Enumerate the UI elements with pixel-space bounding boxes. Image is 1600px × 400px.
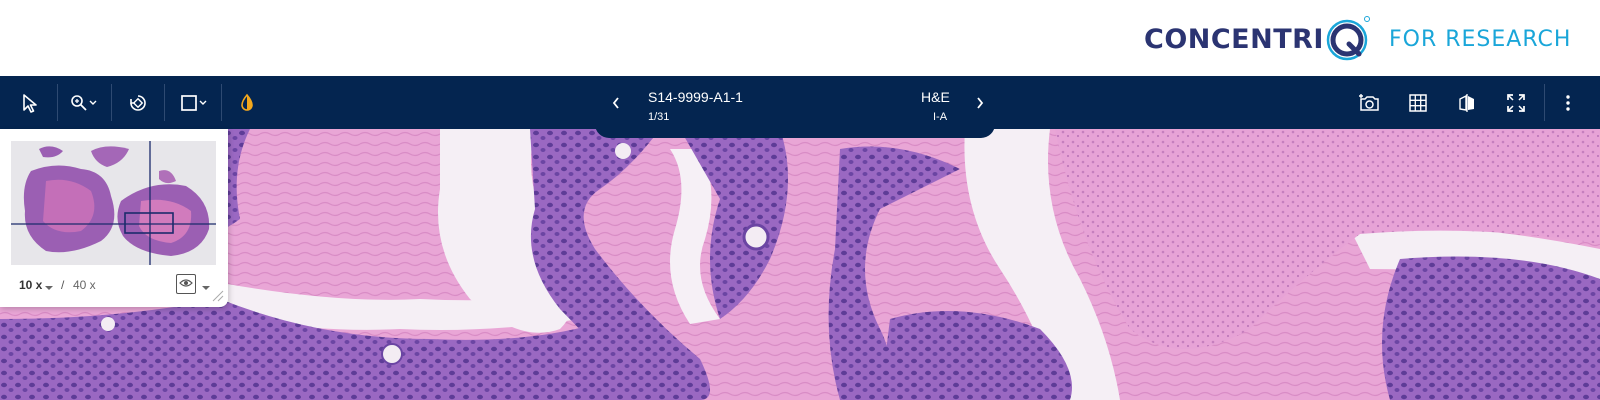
grid-icon xyxy=(1408,93,1428,113)
rotate-icon xyxy=(127,92,149,114)
select-tool-button[interactable] xyxy=(14,76,46,129)
toolbar-divider xyxy=(164,84,165,121)
logo-wordmark: CONCENTRI xyxy=(1144,23,1324,55)
logo-q-mark-icon xyxy=(1325,14,1371,64)
fullscreen-button[interactable] xyxy=(1501,76,1531,129)
zoom-max-label: 40 x xyxy=(73,278,96,292)
chevron-left-icon xyxy=(611,95,621,111)
slide-viewer[interactable] xyxy=(0,129,1600,400)
zoom-icon xyxy=(70,94,88,112)
slide-thumbnail[interactable] xyxy=(11,141,216,265)
more-vertical-icon xyxy=(1565,94,1571,112)
compare-button[interactable] xyxy=(1452,76,1482,129)
stain-label: H&E xyxy=(921,89,950,105)
color-adjust-icon xyxy=(238,93,256,113)
eye-icon xyxy=(179,275,193,293)
rectangle-icon xyxy=(180,94,198,112)
zoom-controls: 10 x / 40 x xyxy=(0,267,228,301)
chevron-down-icon xyxy=(198,99,208,107)
visibility-toggle-button[interactable] xyxy=(176,274,196,294)
overview-panel: 10 x / 40 x xyxy=(0,129,228,307)
color-adjust-button[interactable] xyxy=(232,76,262,129)
more-options-button[interactable] xyxy=(1556,76,1580,129)
annotation-tool-button[interactable] xyxy=(174,76,214,129)
next-slide-button[interactable] xyxy=(968,76,992,129)
grid-button[interactable] xyxy=(1403,76,1433,129)
slide-counter: 1/31 xyxy=(648,111,670,123)
fullscreen-icon xyxy=(1506,93,1526,113)
zoom-tool-button[interactable] xyxy=(64,76,104,129)
logo-subtitle: FOR RESEARCH xyxy=(1388,26,1572,52)
resize-handle-icon[interactable] xyxy=(212,289,224,307)
toolbar-divider xyxy=(111,84,112,121)
toolbar-divider xyxy=(57,84,58,121)
tissue-image xyxy=(0,129,1600,400)
chevron-down-icon[interactable] xyxy=(44,279,54,297)
rotate-tool-button[interactable] xyxy=(122,76,154,129)
chevron-down-icon xyxy=(88,99,98,107)
previous-slide-button[interactable] xyxy=(604,76,628,129)
zoom-level-select[interactable]: 10 x xyxy=(19,278,42,292)
header: CONCENTRI FOR RESEARCH xyxy=(0,0,1600,76)
cursor-icon xyxy=(21,93,39,113)
slide-name: S14-9999-A1-1 xyxy=(648,89,743,105)
compare-icon xyxy=(1457,93,1477,113)
block-label: I-A xyxy=(933,111,948,123)
toolbar-divider xyxy=(221,84,222,121)
concentriq-logo: CONCENTRI FOR RESEARCH xyxy=(1144,12,1571,66)
toolbar-divider xyxy=(1544,84,1545,121)
chevron-down-icon[interactable] xyxy=(201,279,211,297)
slide-navigator xyxy=(595,76,995,138)
zoom-separator: / xyxy=(61,278,65,292)
snapshot-icon xyxy=(1358,93,1380,113)
chevron-right-icon xyxy=(975,95,985,111)
snapshot-button[interactable] xyxy=(1354,76,1384,129)
